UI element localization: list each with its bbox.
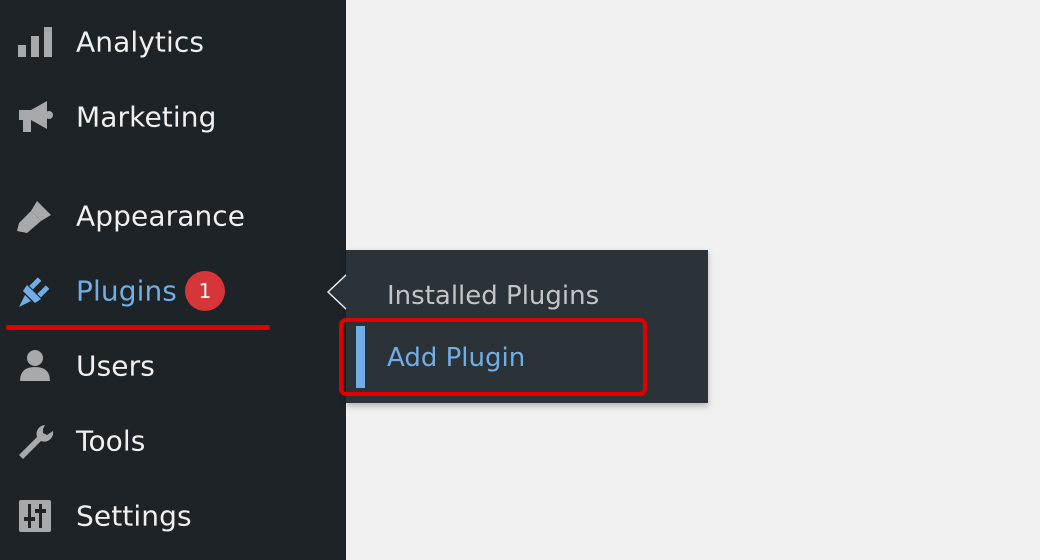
sidebar-item-appearance[interactable]: Appearance <box>0 186 346 246</box>
sidebar-item-label: Tools <box>76 424 146 458</box>
sidebar-item-tools[interactable]: Tools <box>0 411 346 471</box>
sidebar-item-settings[interactable]: Settings <box>0 486 346 546</box>
sidebar-item-label: Marketing <box>76 100 217 134</box>
sidebar-item-label: Appearance <box>76 199 246 233</box>
submenu-item-installed-plugins[interactable]: Installed Plugins <box>387 281 599 311</box>
sidebar-item-marketing[interactable]: Marketing <box>0 87 346 147</box>
sidebar-item-label: Settings <box>76 499 192 533</box>
sidebar-item-label: Analytics <box>76 25 205 59</box>
wrench-icon <box>14 420 56 462</box>
sliders-icon <box>14 495 56 537</box>
sidebar-item-analytics[interactable]: Analytics <box>0 12 346 72</box>
plug-icon <box>14 270 56 312</box>
bar-chart-icon <box>14 21 56 63</box>
user-icon <box>14 345 56 387</box>
admin-sidebar: Analytics Marketing Appearance Plugins 1… <box>0 0 346 560</box>
sidebar-item-label: Plugins <box>76 274 177 308</box>
sidebar-item-users[interactable]: Users <box>0 336 346 396</box>
sidebar-item-plugins[interactable]: Plugins 1 <box>0 261 346 321</box>
annotation-highlight-box <box>339 318 647 396</box>
sidebar-item-label: Users <box>76 349 155 383</box>
paintbrush-icon <box>14 195 56 237</box>
megaphone-icon <box>14 96 56 138</box>
update-count-badge: 1 <box>185 271 225 311</box>
flyout-pointer-fill <box>329 276 346 308</box>
annotation-underline <box>6 325 270 330</box>
